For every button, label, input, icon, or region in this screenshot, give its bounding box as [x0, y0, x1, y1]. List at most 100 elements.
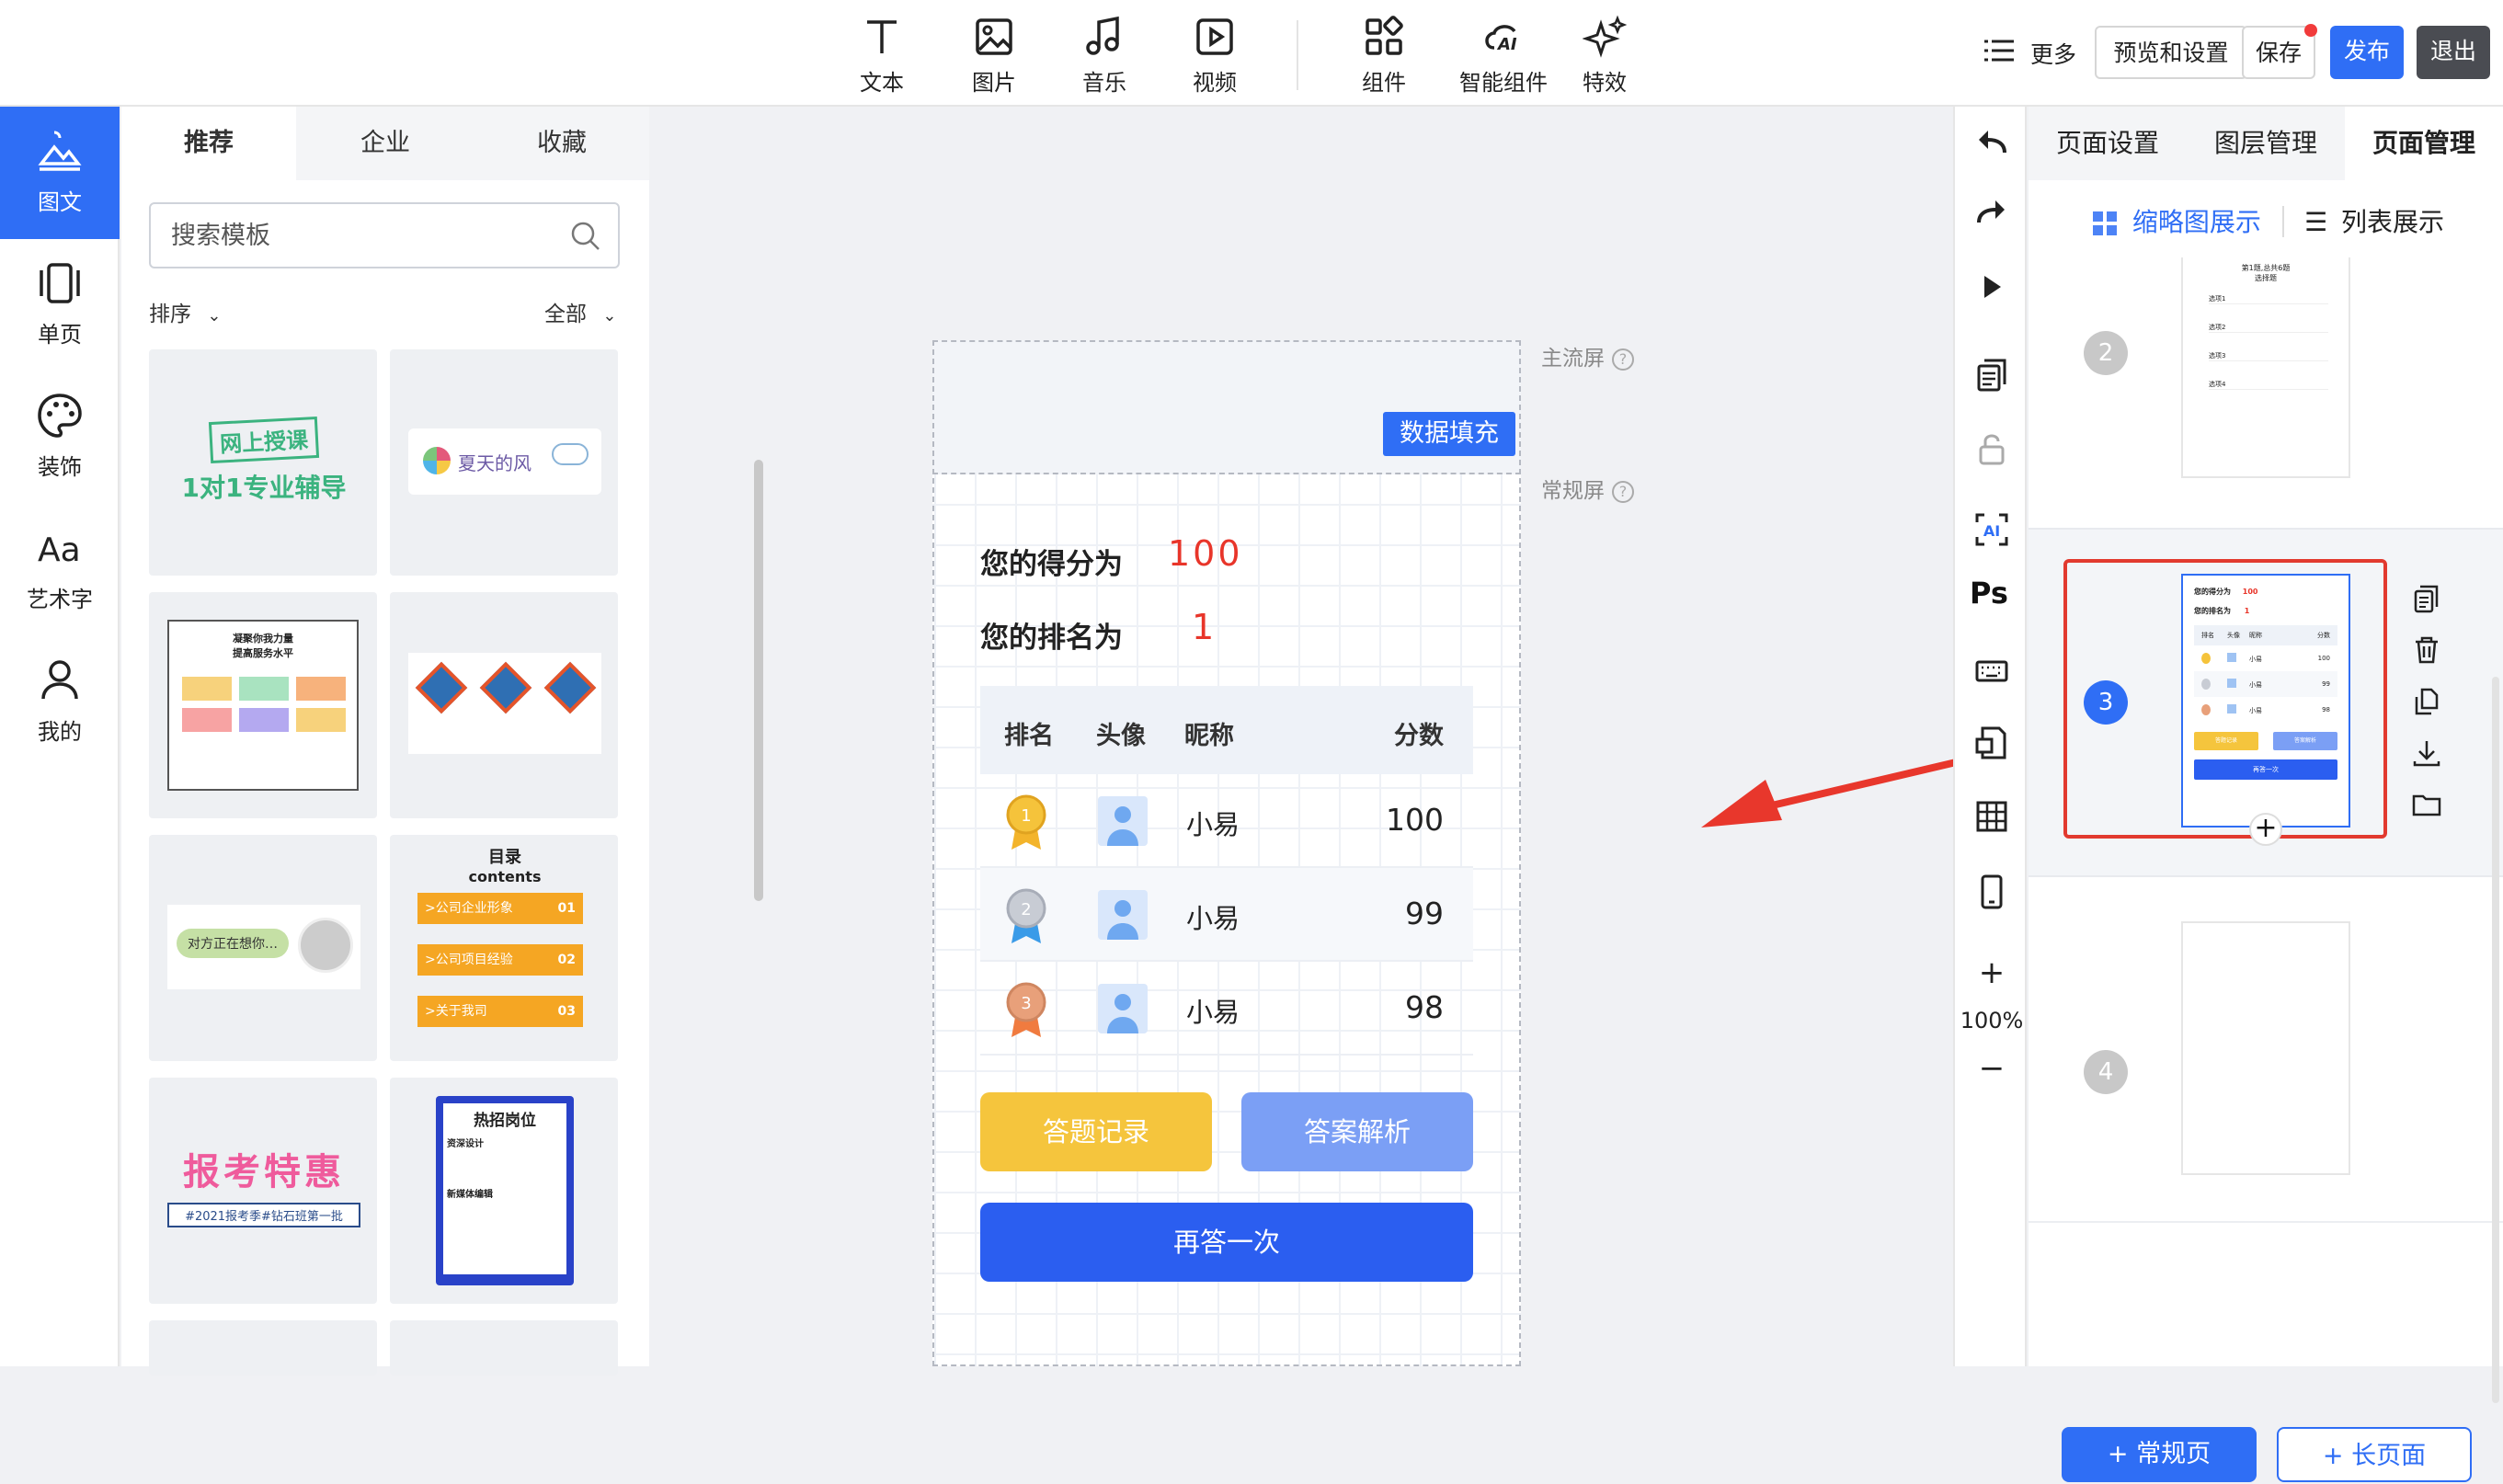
card-subtitle: contents: [468, 868, 542, 885]
replace-page-icon[interactable]: [1973, 725, 2010, 761]
template-card[interactable]: [390, 1320, 618, 1376]
zoom-in-button[interactable]: +: [1955, 954, 2029, 991]
nav-item-decoration[interactable]: 装饰: [0, 371, 120, 504]
filter-dropdown[interactable]: 全部 ⌄: [544, 296, 616, 327]
toc-item-num: 02: [557, 953, 576, 967]
template-card[interactable]: 热招岗位 资深设计 新媒体编辑: [390, 1078, 618, 1304]
answer-records-button[interactable]: 答题记录: [980, 1092, 1212, 1171]
toc-item-label: >公司项目经验: [425, 953, 513, 967]
template-card[interactable]: 网上授课 1对1专业辅导: [149, 349, 377, 576]
retry-button[interactable]: 再答一次: [980, 1203, 1473, 1282]
add-element-button[interactable]: +: [2249, 813, 2282, 846]
card-title: 目录: [488, 848, 521, 867]
play-icon[interactable]: [1973, 268, 2010, 305]
nav-item-image-text[interactable]: 图文: [0, 107, 120, 239]
template-card[interactable]: 凝聚你我力量 提高服务水平: [149, 592, 377, 818]
nav-label: 单页: [38, 322, 82, 348]
mobile-preview-icon[interactable]: [1973, 873, 2010, 910]
exit-button[interactable]: 退出: [2417, 26, 2490, 79]
sort-dropdown[interactable]: 排序 ⌄: [149, 296, 221, 327]
redo-icon[interactable]: [1973, 195, 2010, 232]
nav-item-mine[interactable]: 我的: [0, 636, 120, 769]
publish-button[interactable]: 发布: [2330, 26, 2404, 79]
search-input[interactable]: [171, 217, 557, 254]
table-row: 1 小易 100: [980, 774, 1473, 868]
tab-enterprise[interactable]: 企业: [298, 107, 473, 180]
toolbar-video[interactable]: 视频: [1164, 15, 1265, 97]
nav-item-single-page[interactable]: 单页: [0, 239, 120, 371]
list-view-toggle[interactable]: ☰ 列表展示: [2304, 202, 2444, 239]
page-thumbnail[interactable]: 第1题,总共6题 选择题 选项1 选项2 选项3 选项4: [2181, 257, 2350, 478]
toolbar-image[interactable]: 图片: [943, 15, 1045, 97]
photoshop-icon[interactable]: Ps: [1970, 576, 2008, 611]
toolbar-divider: [1297, 20, 1298, 90]
svg-text:Aa: Aa: [38, 531, 81, 569]
page-thumbnail[interactable]: 您的得分为 100 您的排名为 1 排名 头像 昵称 分数 小易 100 小易 99…: [2181, 574, 2350, 828]
undo-icon[interactable]: [1973, 125, 2010, 162]
thumb-title: 第1题,总共6题: [2241, 264, 2291, 272]
preview-settings-button[interactable]: 预览和设置: [2095, 26, 2247, 79]
copy-icon[interactable]: [1973, 357, 2010, 394]
toolbar-image-label: 图片: [972, 70, 1016, 96]
thumbnail-view-toggle[interactable]: 缩略图展示: [2093, 202, 2261, 239]
more-menu[interactable]: 更多: [1983, 37, 2076, 70]
save-button[interactable]: 保存: [2242, 24, 2317, 79]
toc-item: >关于我司 03: [417, 996, 583, 1027]
template-card[interactable]: 目录 contents >公司企业形象 01 >公司项目经验 02 >关于我司 03: [390, 835, 618, 1061]
red-arrow-annotation: [1701, 756, 1969, 828]
toolbar-ai-components-label: 智能组件: [1459, 70, 1548, 96]
tab-layer-management[interactable]: 图层管理: [2187, 107, 2345, 180]
add-long-page-button[interactable]: + 长页面: [2277, 1427, 2472, 1482]
panel-scrollbar[interactable]: [2492, 677, 2499, 1403]
toolbar-components[interactable]: 组件: [1333, 15, 1434, 97]
tab-favorites[interactable]: 收藏: [474, 107, 649, 180]
rank-number: 3: [1021, 994, 1031, 1013]
nav-item-art-text[interactable]: Aa 艺术字: [0, 504, 120, 636]
template-scrollbar[interactable]: [754, 460, 763, 901]
template-card[interactable]: [149, 1320, 377, 1376]
answer-analysis-button[interactable]: 答案解析: [1241, 1092, 1473, 1171]
card-title: 报考特惠: [183, 1151, 345, 1193]
thumb-score: 98: [2322, 706, 2330, 713]
folder-icon[interactable]: [2411, 789, 2442, 820]
search-icon[interactable]: [570, 221, 601, 252]
download-page-icon[interactable]: [2411, 737, 2442, 769]
copy-page-icon[interactable]: [2411, 583, 2442, 614]
template-search[interactable]: [149, 202, 620, 268]
help-icon[interactable]: ?: [1612, 480, 1634, 503]
thumb-name: 小易: [2249, 656, 2262, 663]
toolbar-video-label: 视频: [1193, 70, 1237, 96]
zoom-out-button[interactable]: −: [1955, 1050, 2029, 1087]
help-icon[interactable]: ?: [1612, 348, 1634, 371]
duplicate-page-icon[interactable]: [2411, 686, 2442, 717]
row-nickname: 小易: [1186, 809, 1240, 840]
fill-data-button[interactable]: 数据填充: [1383, 412, 1515, 456]
toc-item-label: >公司企业形象: [425, 901, 513, 916]
template-card[interactable]: 报考特惠 #2021报考季#钻石班第一批: [149, 1078, 377, 1304]
toolbar-music[interactable]: 音乐: [1054, 15, 1155, 97]
components-icon: [1366, 16, 1403, 55]
ai-label: AI: [1983, 522, 2000, 540]
toolbar-text[interactable]: 文本: [831, 15, 932, 97]
template-card[interactable]: 夏天的风: [390, 349, 618, 576]
toolbar-effects[interactable]: 特效: [1554, 15, 1655, 97]
tab-page-settings[interactable]: 页面设置: [2029, 107, 2187, 180]
leaderboard-table[interactable]: 排名 头像 昵称 分数 1 小易 100 2 小易 99 3 小易 98: [980, 686, 1473, 1061]
ai-icon[interactable]: AI: [1973, 511, 2010, 548]
page-thumbnail[interactable]: [2181, 921, 2350, 1175]
template-card[interactable]: [390, 592, 618, 818]
tab-page-management[interactable]: 页面管理: [2345, 107, 2503, 180]
card-thumbnail: 对方正在想你…: [167, 905, 360, 989]
keyboard-icon[interactable]: [1973, 653, 2010, 690]
thumb-table-row: 小易 100: [2194, 645, 2337, 671]
save-label: 保存: [2255, 40, 2302, 66]
grid-icon[interactable]: [1973, 798, 2010, 835]
tab-recommend[interactable]: 推荐: [121, 107, 296, 180]
unlock-icon[interactable]: [1973, 430, 2010, 467]
add-normal-page-button[interactable]: + 常规页: [2062, 1427, 2257, 1482]
template-card[interactable]: 对方正在想你…: [149, 835, 377, 1061]
toolbar-ai-components[interactable]: AI 智能组件: [1444, 15, 1563, 97]
delete-page-icon[interactable]: [2411, 634, 2442, 666]
score-value: 100: [1168, 533, 1243, 574]
